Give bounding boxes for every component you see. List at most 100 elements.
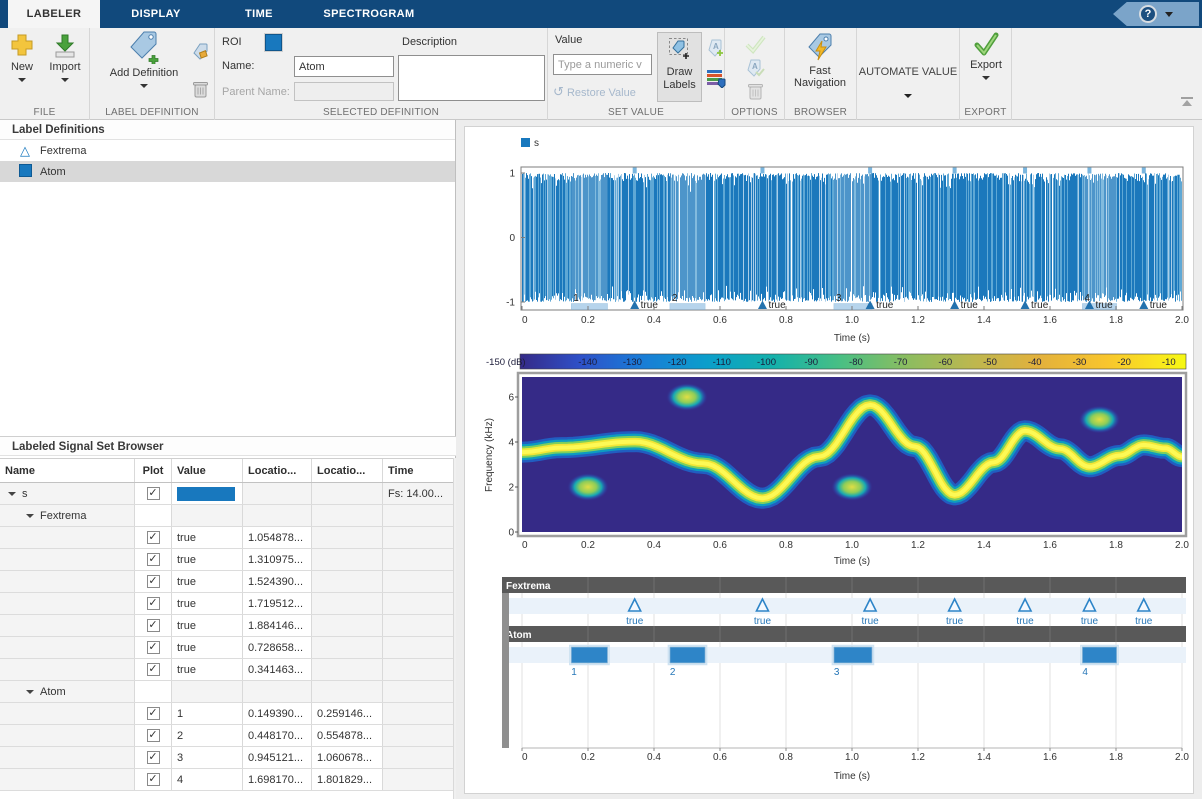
triangle-label-icon: △ [17, 144, 33, 158]
tab-spectrogram[interactable]: SPECTROGRAM [306, 0, 432, 28]
plot-checkbox[interactable]: ✓ [147, 531, 160, 544]
section-label-definition: Add Definition LABEL DEFINITION [90, 28, 215, 120]
viewer-roi-rect[interactable] [670, 647, 705, 663]
new-button[interactable]: New [4, 32, 40, 85]
section-export: Export EXPORT [960, 28, 1012, 120]
value-cell: 2 [172, 725, 243, 746]
plot-cell: ✓ [135, 725, 172, 746]
help-question-icon[interactable]: ? [1139, 5, 1157, 23]
roi-band[interactable] [571, 304, 607, 310]
location2-cell [312, 505, 383, 526]
fast-navigation-button[interactable]: Fast Navigation [787, 32, 853, 89]
track-header-atom[interactable] [502, 626, 1186, 642]
plot-checkbox[interactable]: ✓ [147, 663, 160, 676]
column-header[interactable]: Locatio... [243, 459, 312, 482]
table-row[interactable]: Fextrema [0, 505, 453, 527]
expand-caret-icon[interactable] [26, 514, 34, 518]
expand-caret-icon[interactable] [8, 492, 16, 496]
location2-cell [312, 681, 383, 702]
column-header[interactable]: Value [172, 459, 243, 482]
column-header[interactable]: Plot [135, 459, 172, 482]
plot-checkbox[interactable]: ✓ [147, 641, 160, 654]
name-input[interactable] [294, 56, 394, 77]
table-row[interactable]: ✓true1.719512... [0, 593, 453, 615]
roi-band[interactable] [670, 304, 705, 310]
import-button[interactable]: Import [44, 32, 86, 85]
label-definition-item-fextrema[interactable]: △Fextrema [0, 140, 455, 161]
colorbar-tick-label: -110 [713, 357, 731, 368]
plot-checkbox[interactable]: ✓ [147, 619, 160, 632]
table-row[interactable]: ✓true1.054878... [0, 527, 453, 549]
roi-region-highlight[interactable] [834, 173, 872, 302]
viewer-roi-rect[interactable] [1082, 647, 1116, 663]
plot-checkbox[interactable]: ✓ [147, 487, 160, 500]
new-dropdown-caret-icon[interactable] [18, 78, 26, 82]
expand-caret-icon[interactable] [26, 690, 34, 694]
spectrogram-atom-blob [666, 383, 708, 411]
accept-all-check-icon[interactable] [744, 34, 766, 54]
plot-checkbox[interactable]: ✓ [147, 729, 160, 742]
plot-checkbox[interactable]: ✓ [147, 707, 160, 720]
add-definition-dropdown-caret-icon[interactable] [140, 84, 148, 88]
viewer-roi-rect[interactable] [834, 647, 872, 663]
value-cell [172, 505, 243, 526]
plot-cell: ✓ [135, 769, 172, 790]
roi-type-swatch[interactable] [265, 34, 282, 51]
tab-display[interactable]: DISPLAY [100, 0, 212, 28]
restore-value-button[interactable]: ↺ Restore Value [553, 84, 636, 100]
plot-checkbox[interactable]: ✓ [147, 751, 160, 764]
signal-xtick-label: 0.8 [779, 315, 793, 326]
track-header-fextrema[interactable] [502, 577, 1186, 593]
viewer-xtick-label: 0.6 [713, 752, 727, 763]
parent-name-input[interactable] [294, 82, 394, 101]
label-definition-item-atom[interactable]: Atom [0, 161, 455, 182]
tab-time[interactable]: TIME [212, 0, 306, 28]
viewer-roi-rect[interactable] [571, 647, 607, 663]
signal-xtick-label: 2.0 [1175, 315, 1189, 326]
export-dropdown-caret-icon[interactable] [982, 76, 990, 80]
column-header[interactable]: Name [0, 459, 135, 482]
table-row[interactable]: ✓20.448170...0.554878... [0, 725, 453, 747]
draw-labels-button[interactable]: Draw Labels [657, 32, 702, 102]
help-dropdown-caret-icon[interactable] [1165, 12, 1173, 17]
delete-label-trash-icon[interactable] [747, 82, 764, 101]
table-row[interactable]: ✓30.945121...1.060678... [0, 747, 453, 769]
import-dropdown-caret-icon[interactable] [61, 78, 69, 82]
colorbar-tick-label: -40 [1028, 357, 1042, 368]
automate-value-gallery[interactable]: AUTOMATE VALUE [857, 66, 959, 78]
plot-cell: ✓ [135, 747, 172, 768]
column-header[interactable]: Time [383, 459, 453, 482]
edit-definition-icon[interactable] [191, 42, 210, 61]
table-row[interactable]: ✓10.149390...0.259146... [0, 703, 453, 725]
roi-region-highlight[interactable] [571, 173, 607, 302]
label-list-icon[interactable] [706, 68, 726, 88]
spectrogram-xtick-label: 0.2 [581, 540, 595, 551]
tab-labeler[interactable]: LABELER [8, 0, 100, 28]
table-row[interactable]: Atom [0, 681, 453, 703]
label-attribute-add-icon[interactable]: A [706, 38, 726, 58]
delete-definition-trash-icon[interactable] [192, 80, 209, 99]
export-button[interactable]: Export [964, 32, 1008, 83]
value-input[interactable] [553, 54, 652, 75]
plot-checkbox[interactable]: ✓ [147, 553, 160, 566]
table-row[interactable]: ✓true0.341463... [0, 659, 453, 681]
plot-checkbox[interactable]: ✓ [147, 575, 160, 588]
roi-region-highlight[interactable] [670, 173, 705, 302]
table-row[interactable]: ✓true0.728658... [0, 637, 453, 659]
track-resize-handle[interactable] [502, 593, 509, 748]
add-definition-button[interactable]: Add Definition [94, 30, 194, 91]
plot-checkbox[interactable]: ✓ [147, 773, 160, 786]
roi-region-highlight[interactable] [1082, 173, 1116, 302]
table-row[interactable]: ✓true1.884146... [0, 615, 453, 637]
minimize-ribbon-button[interactable] [1180, 96, 1194, 108]
description-textarea[interactable] [398, 55, 545, 101]
table-row[interactable]: ✓41.698170...1.801829... [0, 769, 453, 791]
column-header[interactable]: Locatio... [312, 459, 383, 482]
table-row[interactable]: ✓true1.310975... [0, 549, 453, 571]
table-row[interactable]: ✓true1.524390... [0, 571, 453, 593]
help-button[interactable]: ? [1113, 2, 1199, 26]
label-attribute-check-icon[interactable]: A [745, 58, 765, 78]
automate-value-caret-icon[interactable] [904, 94, 912, 98]
table-row[interactable]: s✓Fs: 14.00... [0, 483, 453, 505]
plot-checkbox[interactable]: ✓ [147, 597, 160, 610]
